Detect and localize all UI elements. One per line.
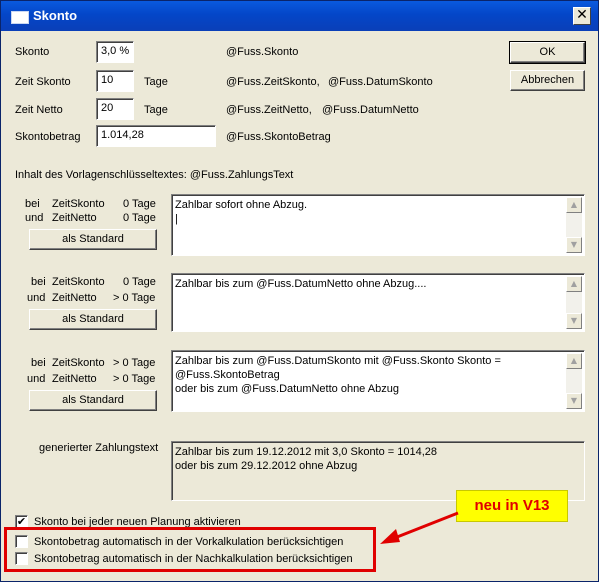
block1-cond2-name: ZeitNetto <box>52 212 97 224</box>
block1-cond2-value: 0 Tage <box>123 212 156 224</box>
block2-text: Zahlbar bis zum @Fuss.DatumNetto ohne Ab… <box>175 278 427 290</box>
window-title: Skonto <box>33 8 78 23</box>
block2-scrollbar[interactable]: ▲ ▼ <box>566 276 582 329</box>
block3-und-label: und <box>27 373 46 385</box>
annotation-arrow-icon <box>380 511 459 544</box>
datum-skonto-variable: @Fuss.DatumSkonto <box>328 76 433 88</box>
block1-cond1-name: ZeitSkonto <box>52 198 105 210</box>
block2-bei-label: bei <box>31 276 46 288</box>
block1-cond1-value: 0 Tage <box>123 198 156 210</box>
scroll-down-icon[interactable]: ▼ <box>566 237 582 253</box>
block3-cond2-name: ZeitNetto <box>52 373 97 385</box>
scroll-up-icon[interactable]: ▲ <box>566 276 582 292</box>
zeit-netto-label: Zeit Netto <box>15 104 63 116</box>
block2-text-area[interactable]: Zahlbar bis zum @Fuss.DatumNetto ohne Ab… <box>171 273 585 332</box>
inhalt-label: Inhalt des Vorlagenschlüsseltextes: @Fus… <box>15 169 294 181</box>
datum-netto-variable: @Fuss.DatumNetto <box>322 104 419 116</box>
block3-cond1-name: ZeitSkonto <box>52 357 105 369</box>
block2-cond2-name: ZeitNetto <box>52 292 97 304</box>
close-button[interactable]: ✕ <box>573 7 591 25</box>
block2-und-label: und <box>27 292 46 304</box>
window-icon <box>11 11 29 24</box>
scroll-down-icon[interactable]: ▼ <box>566 393 582 409</box>
generated-text: Zahlbar bis zum 19.12.2012 mit 3,0 Skont… <box>175 446 438 472</box>
scroll-up-icon[interactable]: ▲ <box>566 197 582 213</box>
scroll-up-icon[interactable]: ▲ <box>566 353 582 369</box>
block3-cond1-value: > 0 Tage <box>113 357 156 369</box>
highlight-rectangle <box>4 527 376 572</box>
block3-scrollbar[interactable]: ▲ ▼ <box>566 353 582 409</box>
block2-cond2-value: > 0 Tage <box>113 292 156 304</box>
block1-text: Zahlbar sofort ohne Abzug. | <box>175 199 308 225</box>
cancel-button[interactable]: Abbrechen <box>510 70 585 91</box>
block1-standard-button[interactable]: als Standard <box>29 229 157 250</box>
ok-button[interactable]: OK <box>509 41 586 64</box>
zeit-skonto-unit: Tage <box>144 76 168 88</box>
skonto-input[interactable]: 3,0 % <box>96 41 134 63</box>
skontobetrag-label: Skontobetrag <box>15 131 81 143</box>
zeit-skonto-variable: @Fuss.ZeitSkonto, <box>226 76 320 88</box>
block2-cond1-value: 0 Tage <box>123 276 156 288</box>
block1-text-area[interactable]: Zahlbar sofort ohne Abzug. | ▲ ▼ <box>171 194 585 256</box>
block3-standard-button[interactable]: als Standard <box>29 390 157 411</box>
title-bar[interactable]: Skonto ✕ <box>1 1 598 31</box>
block2-cond1-name: ZeitSkonto <box>52 276 105 288</box>
zeit-netto-unit: Tage <box>144 104 168 116</box>
scroll-down-icon[interactable]: ▼ <box>566 313 582 329</box>
block3-bei-label: bei <box>31 357 46 369</box>
block2-standard-button[interactable]: als Standard <box>29 309 157 330</box>
zeit-skonto-label: Zeit Skonto <box>15 76 71 88</box>
block1-bei-label: bei <box>25 198 40 210</box>
block3-cond2-value: > 0 Tage <box>113 373 156 385</box>
skontobetrag-input[interactable]: 1.014,28 <box>96 125 216 147</box>
skonto-variable: @Fuss.Skonto <box>226 46 299 58</box>
skonto-label: Skonto <box>15 46 50 58</box>
block1-scrollbar[interactable]: ▲ ▼ <box>566 197 582 253</box>
block3-text: Zahlbar bis zum @Fuss.DatumSkonto mit @F… <box>175 355 501 395</box>
skontobetrag-variable: @Fuss.SkontoBetrag <box>226 131 331 143</box>
zeit-skonto-input[interactable]: 10 <box>96 70 134 92</box>
zeit-netto-input[interactable]: 20 <box>96 98 134 120</box>
generated-label: generierter Zahlungstext <box>39 442 159 454</box>
annotation-callout: neu in V13 <box>456 490 568 522</box>
block3-text-area[interactable]: Zahlbar bis zum @Fuss.DatumSkonto mit @F… <box>171 350 585 412</box>
block1-und-label: und <box>25 212 44 224</box>
zeit-netto-variable: @Fuss.ZeitNetto, <box>226 104 312 116</box>
